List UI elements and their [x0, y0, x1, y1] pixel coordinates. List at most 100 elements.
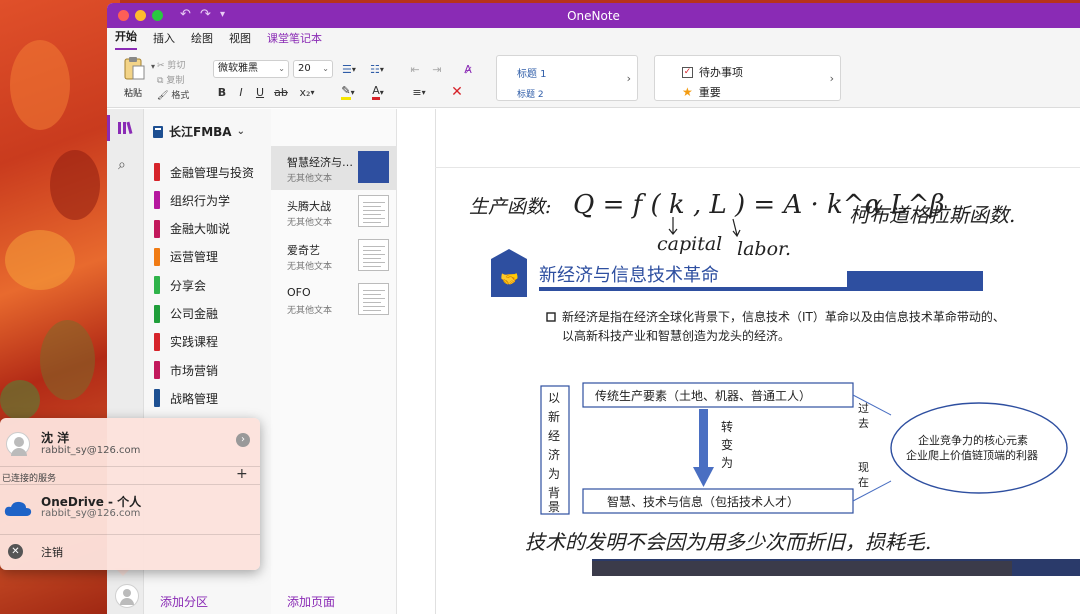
font-size-value: 20	[298, 63, 311, 74]
connected-services-label: 已连接的服务	[2, 474, 57, 484]
chevron-right-icon[interactable]: ›	[236, 433, 250, 447]
tab-view[interactable]: 视图	[229, 30, 251, 50]
add-service-icon[interactable]: +	[236, 466, 248, 482]
increase-indent-button[interactable]: ⇥	[429, 60, 445, 78]
bullets-button[interactable]: ☰ ▾	[337, 60, 361, 78]
section-item[interactable]: 实践课程	[144, 328, 271, 356]
notebooks-icon[interactable]	[117, 121, 133, 138]
chevron-right-icon[interactable]: ›	[830, 72, 834, 85]
svg-text:经: 经	[548, 429, 560, 443]
underline-button[interactable]: U	[253, 84, 267, 100]
section-item[interactable]: 市场营销	[144, 356, 271, 384]
slide-bullet-line2: 以高新科技产业和智慧创造为龙头的经济。	[562, 328, 790, 343]
svg-text:为: 为	[548, 467, 560, 481]
handwriting-labor: labor.	[737, 238, 791, 260]
bold-button[interactable]: B	[215, 84, 229, 100]
sign-out-icon: ✕	[8, 544, 23, 559]
page-item[interactable]: 智慧经济与企业转型无其他文本	[271, 146, 397, 190]
page-title: 智慧经济与企业转型	[287, 156, 359, 169]
handwriting-production-function: 生产函数:	[469, 196, 551, 218]
heading2-style[interactable]: 标题 2	[517, 87, 544, 100]
todo-tag[interactable]: ✓ 待办事项	[682, 64, 743, 80]
font-name-select[interactable]: 微软雅黑 ⌄	[213, 60, 289, 78]
copy-button[interactable]: ⧉ 复制	[157, 73, 184, 86]
onedrive-cloud-icon	[4, 501, 32, 516]
tab-class-notebook[interactable]: 课堂笔记本	[267, 30, 322, 50]
subscript-button[interactable]: x₂ ▾	[296, 84, 318, 100]
font-size-select[interactable]: 20 ⌄	[293, 60, 333, 78]
thumbnail-line	[363, 214, 381, 215]
svg-text:景: 景	[548, 500, 560, 514]
add-section-button[interactable]: 添加分区	[160, 593, 208, 610]
decrease-indent-button[interactable]: ⇤	[407, 60, 423, 78]
thumbnail-line	[363, 262, 385, 263]
diagram-down-arrow-shaft	[699, 409, 708, 469]
section-item[interactable]: 分享会	[144, 271, 271, 299]
section-label: 公司金融	[170, 307, 219, 321]
align-button[interactable]: ≡ ▾	[407, 84, 431, 100]
thumbnail-line	[363, 310, 381, 311]
font-color-button[interactable]: A ▾	[366, 84, 390, 100]
add-page-button[interactable]: 添加页面	[287, 593, 335, 610]
diagram-bottom-text: 智慧、技术与信息（包括技术人才）	[607, 494, 799, 509]
tab-draw[interactable]: 绘图	[191, 30, 213, 50]
tags-gallery[interactable]: ✓ 待办事项 ★ 重要 ›	[654, 55, 841, 101]
section-item[interactable]: 公司金融	[144, 300, 271, 328]
numbering-button[interactable]: ☷ ▾	[365, 60, 389, 78]
onedrive-service-email: rabbit_sy@126.com	[41, 508, 141, 519]
tab-insert[interactable]: 插入	[153, 30, 175, 50]
page-canvas[interactable]: 生产函数: Q = f ( k , L ) = A · k^α L^β capi…	[397, 109, 1080, 614]
handwriting-bottom: 技术的发明不会因为用多少次而折旧，损耗毛.	[525, 530, 931, 554]
svg-text:去: 去	[858, 417, 869, 430]
italic-button[interactable]: I	[234, 84, 248, 100]
bullet-square-icon	[546, 312, 556, 322]
clipboard-icon	[124, 57, 145, 80]
svg-text:为: 为	[721, 456, 733, 470]
format-painter-button[interactable]: 🖌 格式	[157, 88, 189, 101]
chevron-right-icon[interactable]: ›	[627, 72, 631, 85]
popup-separator	[0, 484, 260, 485]
delete-button[interactable]: ✕	[449, 84, 465, 100]
page-item[interactable]: 爱奇艺 无其他文本	[271, 234, 397, 278]
section-item[interactable]: 金融管理与投资	[144, 158, 271, 186]
handshake-icon: 🤝	[500, 270, 519, 288]
clear-formatting-button[interactable]: A̷	[459, 60, 477, 78]
search-icon[interactable]: ⌕	[118, 157, 126, 173]
paste-button[interactable]: ▾	[117, 54, 155, 82]
format-label: 格式	[171, 91, 190, 101]
thumbnail-line	[363, 202, 385, 203]
thumbnail-line	[363, 250, 381, 251]
section-item[interactable]: 金融大咖说	[144, 215, 271, 243]
user-name: 沈 洋	[41, 431, 70, 445]
checkbox-icon: ✓	[682, 66, 693, 78]
highlight-button[interactable]: ✎ ▾	[336, 84, 360, 100]
svg-text:济: 济	[548, 447, 560, 462]
account-avatar-button[interactable]	[115, 584, 139, 608]
styles-gallery[interactable]: 标题 1 标题 2 ›	[496, 55, 638, 101]
arrow-labor	[732, 218, 741, 238]
thumbnail-line	[363, 254, 385, 255]
notebook-picker[interactable]: 长江FMBA ⌄	[152, 123, 245, 140]
slide-bullet-line1: 新经济是指在经济全球化背景下，信息技术（IT）革命以及由信息技术革命带动的、	[562, 309, 1005, 324]
section-item[interactable]: 运营管理	[144, 243, 271, 271]
section-item[interactable]: 组织行为学	[144, 186, 271, 214]
cut-button[interactable]: ✂ 剪切	[157, 58, 185, 71]
brush-icon: 🖌	[157, 91, 169, 101]
tab-home[interactable]: 开始	[115, 28, 137, 50]
active-indicator	[107, 115, 110, 141]
popup-separator	[0, 534, 260, 535]
page-item[interactable]: 头腾大战 无其他文本	[271, 190, 397, 234]
subscript-label: x₂	[299, 85, 311, 99]
page-title: 爱奇艺	[287, 244, 320, 257]
thumbnail-line	[363, 306, 385, 307]
heading1-style[interactable]: 标题 1	[517, 65, 547, 80]
svg-text:在: 在	[858, 476, 869, 489]
bullet-list-icon: ☰	[342, 62, 352, 76]
section-color-tab	[154, 304, 160, 323]
handwriting-cobb-douglas: 柯布道格拉斯函数.	[849, 203, 1015, 227]
page-item[interactable]: OFO 无其他文本	[271, 278, 397, 322]
important-tag[interactable]: ★ 重要	[682, 84, 721, 100]
sign-out-button[interactable]: 注销	[41, 544, 63, 560]
section-item[interactable]: 战略管理	[144, 384, 271, 412]
strikethrough-button[interactable]: ab	[272, 84, 290, 100]
